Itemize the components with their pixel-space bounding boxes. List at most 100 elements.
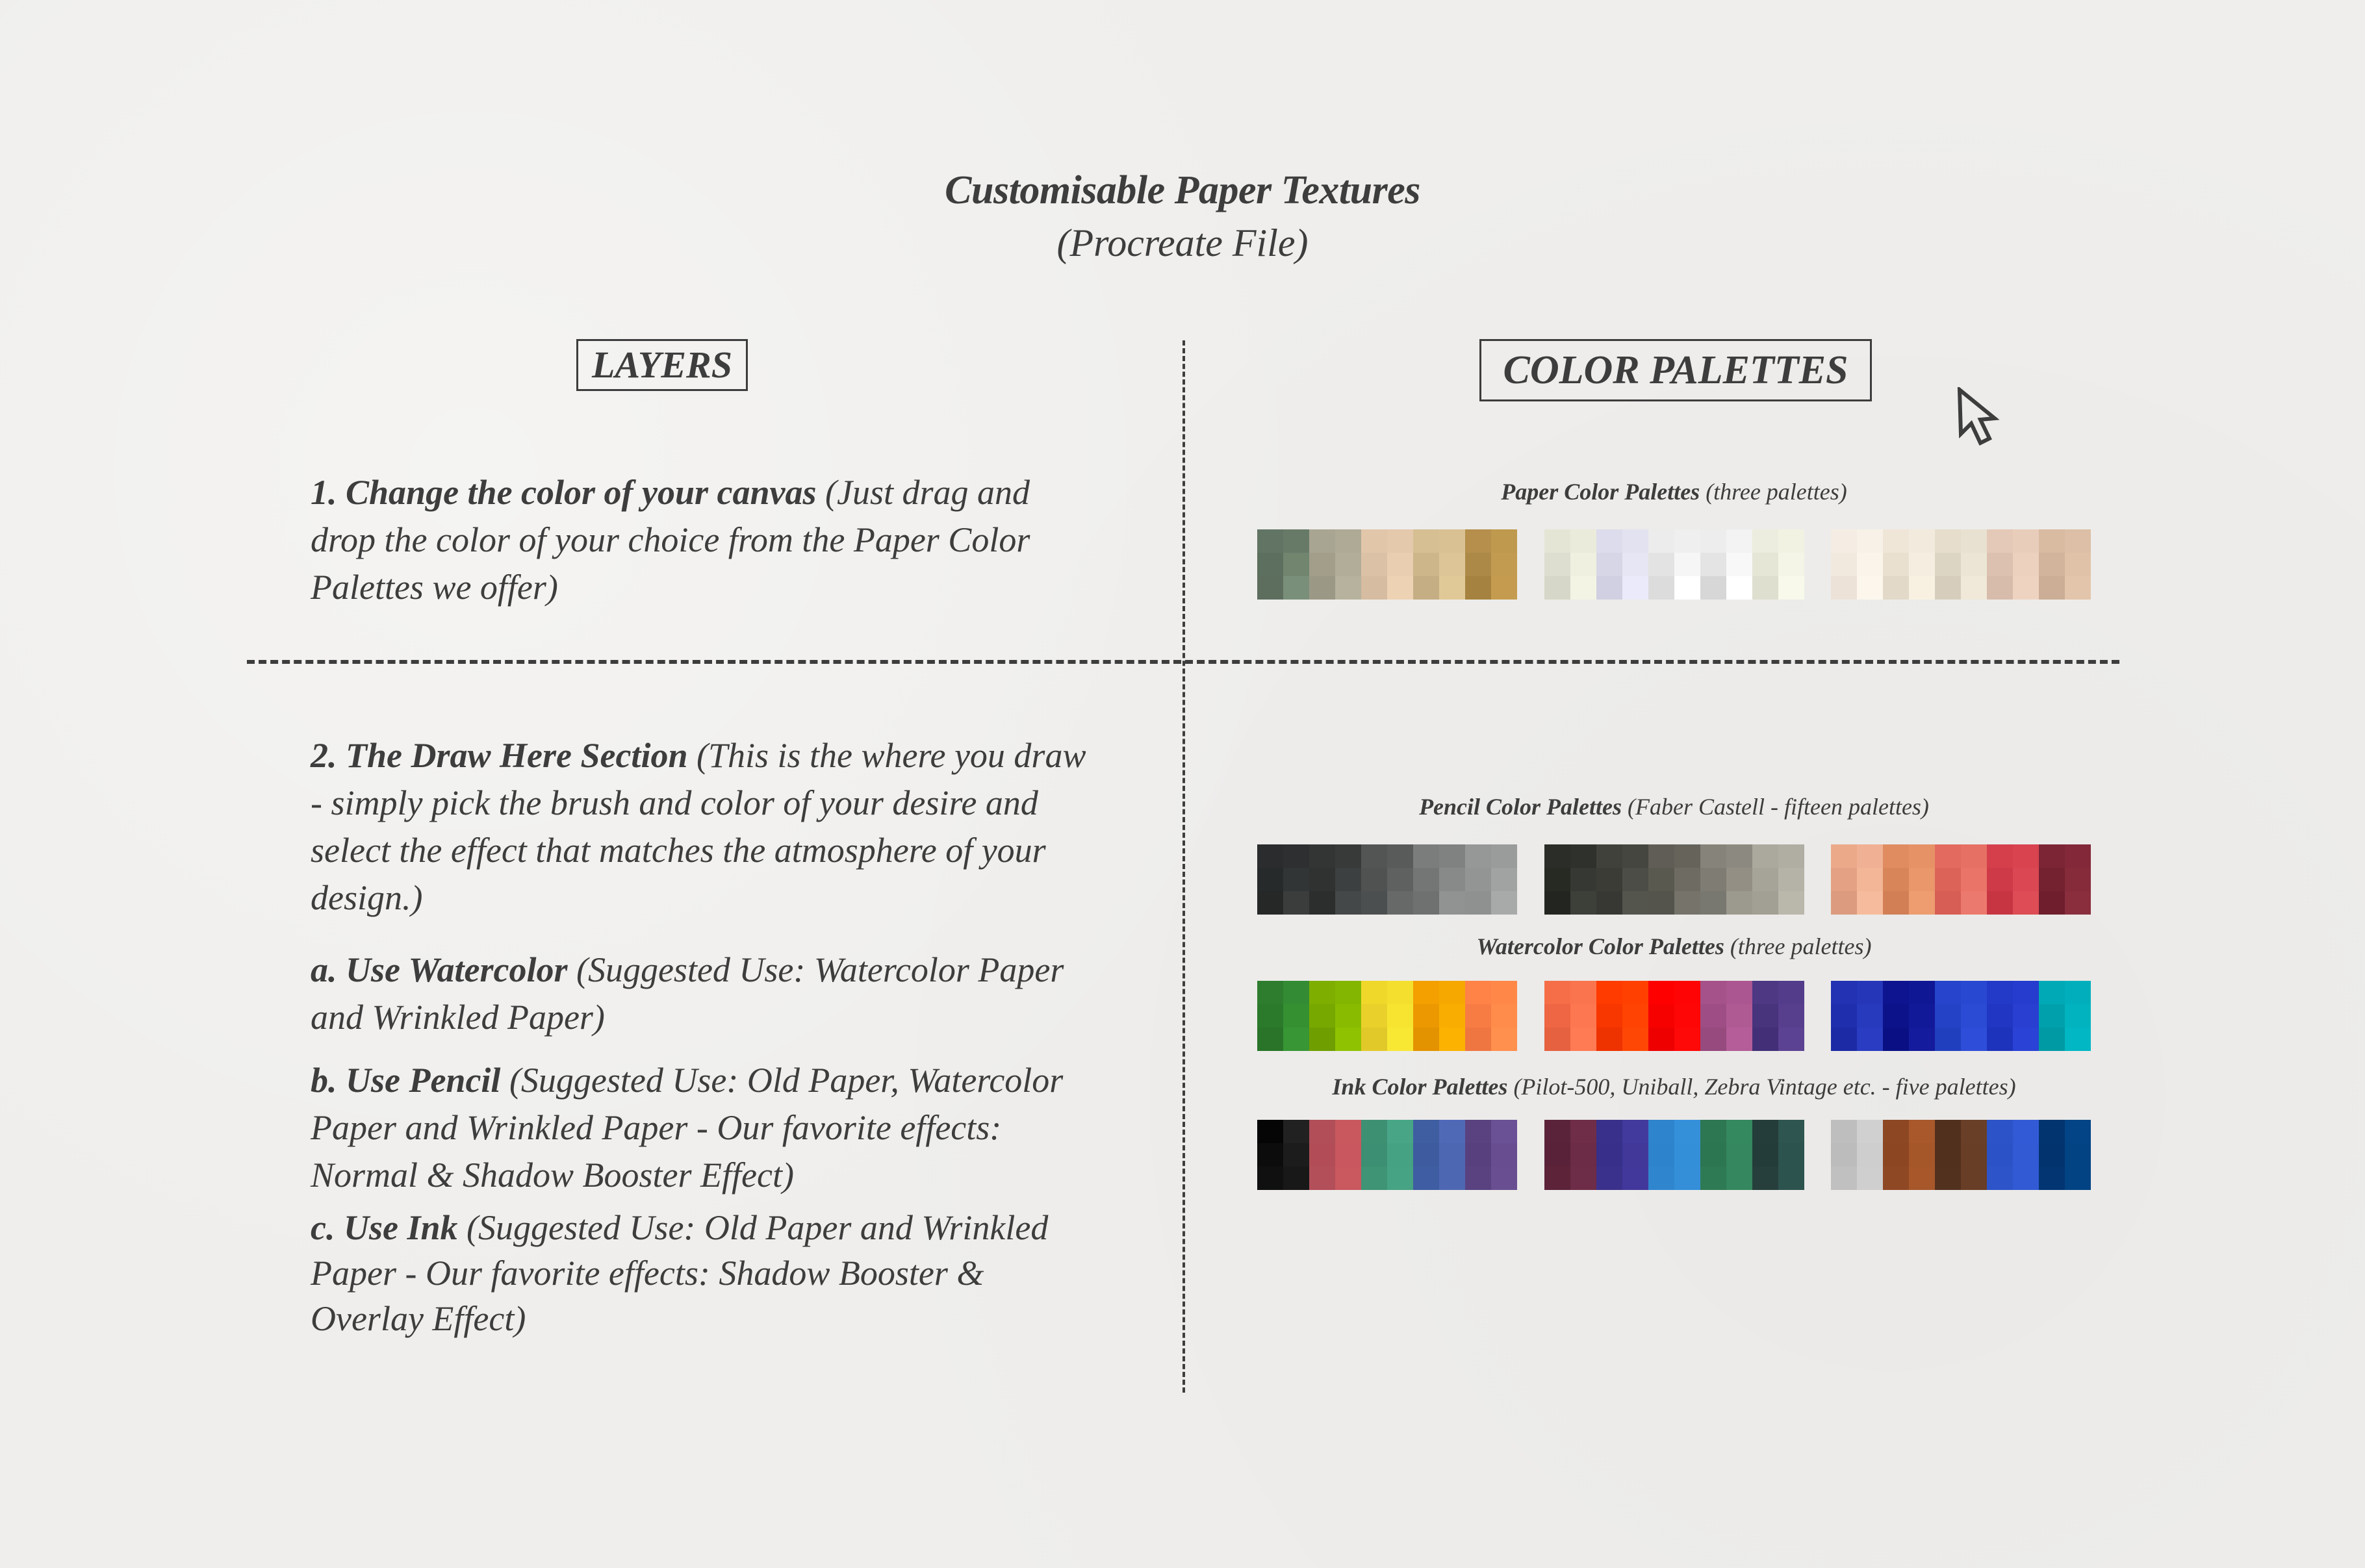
color-swatch[interactable] xyxy=(1622,844,1648,868)
color-swatch[interactable] xyxy=(1309,891,1335,915)
color-swatch[interactable] xyxy=(1491,576,1517,600)
color-swatch[interactable] xyxy=(1778,1004,1804,1028)
color-swatch[interactable] xyxy=(1361,844,1387,868)
color-swatch[interactable] xyxy=(1257,1167,1283,1190)
color-swatch[interactable] xyxy=(1674,891,1700,915)
color-swatch[interactable] xyxy=(1935,1167,1961,1190)
color-swatch[interactable] xyxy=(1700,1143,1726,1167)
color-swatch[interactable] xyxy=(1361,1028,1387,1051)
color-palette[interactable] xyxy=(1257,844,1517,915)
color-swatch[interactable] xyxy=(1491,868,1517,891)
color-swatch[interactable] xyxy=(1387,576,1413,600)
color-swatch[interactable] xyxy=(1257,529,1283,553)
color-swatch[interactable] xyxy=(1700,844,1726,868)
color-swatch[interactable] xyxy=(1596,891,1622,915)
color-swatch[interactable] xyxy=(1961,553,1987,576)
color-swatch[interactable] xyxy=(1778,891,1804,915)
color-swatch[interactable] xyxy=(1413,981,1439,1004)
color-swatch[interactable] xyxy=(1413,1004,1439,1028)
color-swatch[interactable] xyxy=(1491,844,1517,868)
color-swatch[interactable] xyxy=(1648,981,1674,1004)
color-swatch[interactable] xyxy=(1439,529,1465,553)
color-swatch[interactable] xyxy=(1987,576,2013,600)
color-swatch[interactable] xyxy=(1335,1120,1361,1143)
color-swatch[interactable] xyxy=(1909,981,1935,1004)
color-swatch[interactable] xyxy=(2013,1120,2039,1143)
color-swatch[interactable] xyxy=(1257,1028,1283,1051)
color-swatch[interactable] xyxy=(1491,1028,1517,1051)
color-swatch[interactable] xyxy=(1726,553,1752,576)
color-swatch[interactable] xyxy=(1778,576,1804,600)
color-swatch[interactable] xyxy=(1465,553,1491,576)
color-swatch[interactable] xyxy=(1622,868,1648,891)
color-swatch[interactable] xyxy=(1596,981,1622,1004)
color-swatch[interactable] xyxy=(1987,529,2013,553)
color-swatch[interactable] xyxy=(1935,1143,1961,1167)
color-swatch[interactable] xyxy=(1387,844,1413,868)
color-swatch[interactable] xyxy=(1596,1004,1622,1028)
color-swatch[interactable] xyxy=(1257,576,1283,600)
color-swatch[interactable] xyxy=(1413,553,1439,576)
color-swatch[interactable] xyxy=(1987,1120,2013,1143)
color-swatch[interactable] xyxy=(1283,891,1309,915)
color-swatch[interactable] xyxy=(1857,868,1883,891)
color-swatch[interactable] xyxy=(1883,844,1909,868)
color-swatch[interactable] xyxy=(1752,1004,1778,1028)
color-swatch[interactable] xyxy=(1700,1167,1726,1190)
color-swatch[interactable] xyxy=(1596,529,1622,553)
color-swatch[interactable] xyxy=(1961,868,1987,891)
color-swatch[interactable] xyxy=(1387,1143,1413,1167)
color-swatch[interactable] xyxy=(1987,1143,2013,1167)
color-swatch[interactable] xyxy=(1309,1028,1335,1051)
color-swatch[interactable] xyxy=(1413,1028,1439,1051)
color-swatch[interactable] xyxy=(1491,981,1517,1004)
color-swatch[interactable] xyxy=(1257,981,1283,1004)
color-swatch[interactable] xyxy=(1935,553,1961,576)
color-swatch[interactable] xyxy=(1700,576,1726,600)
color-swatch[interactable] xyxy=(2039,868,2065,891)
color-swatch[interactable] xyxy=(1544,1028,1570,1051)
color-swatch[interactable] xyxy=(1283,1004,1309,1028)
color-swatch[interactable] xyxy=(1439,891,1465,915)
color-swatch[interactable] xyxy=(2013,1167,2039,1190)
color-swatch[interactable] xyxy=(1857,529,1883,553)
color-swatch[interactable] xyxy=(1491,891,1517,915)
color-swatch[interactable] xyxy=(2065,1120,2091,1143)
color-palette[interactable] xyxy=(1544,529,1804,600)
color-swatch[interactable] xyxy=(2039,1004,2065,1028)
color-swatch[interactable] xyxy=(1570,576,1596,600)
color-swatch[interactable] xyxy=(1883,1167,1909,1190)
color-swatch[interactable] xyxy=(1831,553,1857,576)
color-swatch[interactable] xyxy=(1544,1120,1570,1143)
color-swatch[interactable] xyxy=(1387,1167,1413,1190)
color-swatch[interactable] xyxy=(1335,844,1361,868)
color-swatch[interactable] xyxy=(1570,553,1596,576)
color-swatch[interactable] xyxy=(2039,576,2065,600)
color-swatch[interactable] xyxy=(1883,868,1909,891)
color-swatch[interactable] xyxy=(1778,1143,1804,1167)
color-swatch[interactable] xyxy=(1909,1004,1935,1028)
color-swatch[interactable] xyxy=(1961,981,1987,1004)
color-swatch[interactable] xyxy=(1335,529,1361,553)
color-swatch[interactable] xyxy=(1491,1004,1517,1028)
color-swatch[interactable] xyxy=(1674,1143,1700,1167)
color-swatch[interactable] xyxy=(1491,1120,1517,1143)
color-swatch[interactable] xyxy=(1413,576,1439,600)
color-swatch[interactable] xyxy=(1778,1120,1804,1143)
color-swatch[interactable] xyxy=(1674,844,1700,868)
color-palette[interactable] xyxy=(1831,844,2091,915)
color-swatch[interactable] xyxy=(1831,868,1857,891)
color-swatch[interactable] xyxy=(1857,891,1883,915)
color-swatch[interactable] xyxy=(1283,844,1309,868)
color-swatch[interactable] xyxy=(1570,1167,1596,1190)
color-swatch[interactable] xyxy=(1335,868,1361,891)
color-swatch[interactable] xyxy=(1935,868,1961,891)
color-swatch[interactable] xyxy=(1491,1143,1517,1167)
color-swatch[interactable] xyxy=(1831,529,1857,553)
color-swatch[interactable] xyxy=(1283,576,1309,600)
color-swatch[interactable] xyxy=(1465,844,1491,868)
color-swatch[interactable] xyxy=(1752,1120,1778,1143)
color-swatch[interactable] xyxy=(1674,1120,1700,1143)
color-swatch[interactable] xyxy=(1335,891,1361,915)
color-swatch[interactable] xyxy=(1257,868,1283,891)
